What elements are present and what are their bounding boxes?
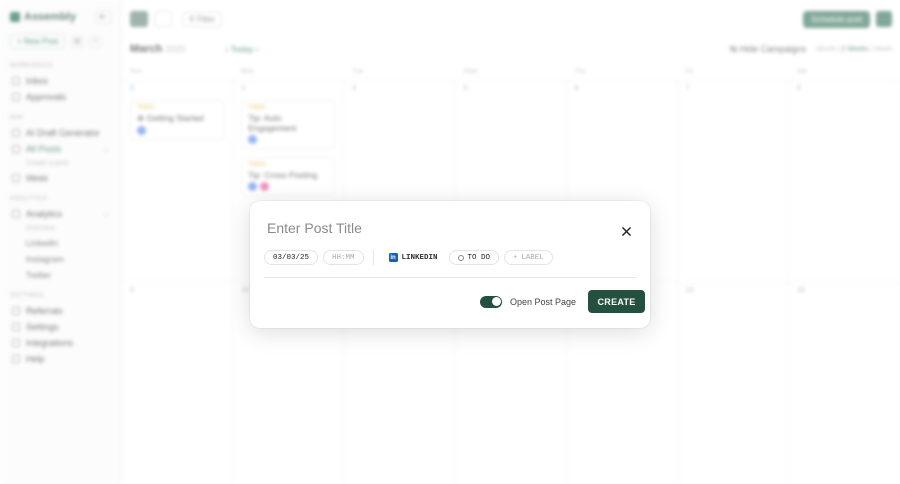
- platform-selector[interactable]: in LINKEDIN: [383, 250, 444, 265]
- date-picker[interactable]: 03/03/25: [264, 250, 319, 265]
- toggle-label: Open Post Page: [510, 296, 577, 307]
- post-title-input[interactable]: [267, 220, 597, 236]
- label-placeholder: LABEL: [521, 253, 544, 262]
- close-button[interactable]: [618, 223, 634, 239]
- post-meta-row: 03/03/25 HH:MM in LINKEDIN TO DO + LABEL: [264, 250, 553, 265]
- status-selector[interactable]: TO DO: [448, 250, 500, 265]
- linkedin-icon: in: [388, 253, 398, 262]
- platform-label: LINKEDIN: [401, 253, 438, 262]
- label-selector[interactable]: + LABEL: [504, 250, 553, 265]
- date-value: 03/03/25: [273, 253, 310, 262]
- time-input[interactable]: HH:MM: [323, 250, 364, 265]
- create-post-modal: 03/03/25 HH:MM in LINKEDIN TO DO + LABEL…: [250, 201, 650, 328]
- modal-footer: Open Post Page CREATE: [480, 290, 646, 313]
- time-placeholder: HH:MM: [332, 253, 355, 262]
- toggle-knob: [491, 297, 501, 306]
- status-circle-icon: [457, 254, 464, 261]
- divider: [372, 250, 374, 265]
- modal-divider: [264, 277, 636, 278]
- plus-icon: +: [513, 253, 518, 262]
- status-label: TO DO: [467, 253, 491, 262]
- close-icon: [621, 226, 631, 236]
- create-button[interactable]: CREATE: [588, 290, 646, 313]
- open-post-page-toggle[interactable]: [480, 295, 502, 308]
